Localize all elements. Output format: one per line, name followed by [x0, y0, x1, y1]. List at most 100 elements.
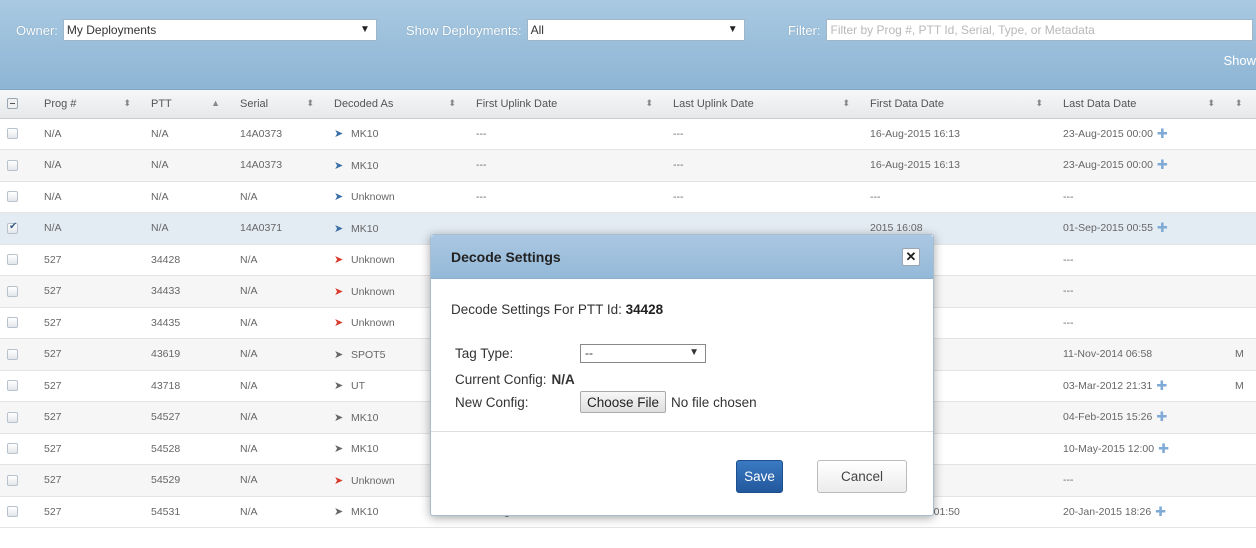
cell-prog: 527: [34, 275, 141, 308]
row-checkbox-cell[interactable]: [0, 181, 34, 213]
col-prog[interactable]: Prog # ⬍: [34, 90, 141, 119]
cell-decoded-as[interactable]: ➤ MK10: [324, 118, 466, 150]
row-checkbox[interactable]: [7, 159, 18, 171]
plus-icon[interactable]: ✚: [1155, 504, 1166, 519]
row-checkbox[interactable]: [7, 285, 18, 297]
decoded-label: SPOT5: [351, 348, 386, 361]
wrench-icon[interactable]: ➤: [334, 127, 347, 140]
row-checkbox-cell[interactable]: [0, 464, 34, 497]
row-checkbox[interactable]: [7, 380, 18, 392]
row-checkbox-cell[interactable]: [0, 370, 34, 402]
cancel-button[interactable]: Cancel: [817, 460, 907, 493]
row-checkbox-cell[interactable]: [0, 307, 34, 339]
row-checkbox[interactable]: [7, 506, 18, 518]
row-checkbox-cell[interactable]: [0, 433, 34, 465]
select-all-checkbox[interactable]: [7, 98, 18, 110]
wrench-icon[interactable]: ➤: [334, 190, 347, 203]
wrench-icon[interactable]: ➤: [334, 285, 347, 298]
wrench-icon[interactable]: ➤: [334, 379, 347, 392]
last-data-value: ---: [1063, 474, 1074, 487]
cell-last-uplink: ---: [663, 149, 860, 182]
cell-extra[interactable]: [1225, 496, 1256, 528]
col-serial[interactable]: Serial ⬍: [230, 90, 324, 119]
cell-extra[interactable]: M: [1225, 338, 1256, 371]
last-data-value: 23-Aug-2015 00:00: [1063, 127, 1153, 140]
row-checkbox-cell[interactable]: [0, 244, 34, 276]
table-row[interactable]: N/A N/A N/A ➤ Unknown --- --- --- ---: [0, 181, 1256, 213]
cell-extra[interactable]: [1225, 212, 1256, 245]
wrench-icon[interactable]: ➤: [334, 474, 347, 487]
row-checkbox-cell[interactable]: [0, 496, 34, 528]
show-deployments-select[interactable]: All ▼: [526, 19, 745, 41]
last-data-value: 10-May-2015 12:00: [1063, 442, 1155, 455]
wrench-icon[interactable]: ➤: [334, 253, 347, 266]
select-all-header[interactable]: [0, 90, 34, 119]
col-last-uplink[interactable]: Last Uplink Date ⬍: [663, 90, 860, 119]
row-checkbox[interactable]: [7, 128, 18, 140]
cell-decoded-as[interactable]: ➤ MK10: [324, 149, 466, 182]
last-data-value: ---: [1063, 253, 1074, 266]
row-checkbox-cell[interactable]: [0, 212, 34, 245]
cell-extra[interactable]: [1225, 307, 1256, 339]
row-checkbox-cell[interactable]: [0, 275, 34, 308]
col-ptt[interactable]: PTT ▲: [141, 90, 230, 119]
tag-type-select[interactable]: -- ▼: [580, 343, 706, 363]
ptt-id-value: 34428: [625, 302, 664, 317]
plus-icon[interactable]: ✚: [1156, 409, 1167, 424]
cell-extra[interactable]: M: [1225, 370, 1256, 402]
row-checkbox[interactable]: [7, 254, 18, 266]
close-button[interactable]: ✕: [902, 248, 920, 266]
cell-extra[interactable]: [1225, 433, 1256, 465]
save-button[interactable]: Save: [736, 460, 783, 493]
owner-select[interactable]: My Deployments ▼: [62, 19, 377, 41]
table-row[interactable]: N/A N/A 14A0373 ➤ MK10 --- --- 16-Aug-2015 16:1…: [0, 118, 1256, 150]
cell-extra[interactable]: [1225, 181, 1256, 213]
col-first-uplink[interactable]: First Uplink Date ⬍: [466, 90, 663, 119]
cell-extra[interactable]: [1225, 118, 1256, 150]
plus-icon[interactable]: ✚: [1158, 441, 1169, 456]
cell-decoded-as[interactable]: ➤ Unknown: [324, 181, 466, 213]
row-checkbox[interactable]: [7, 317, 18, 329]
row-checkbox[interactable]: [7, 348, 18, 360]
show-deployments-value: All: [530, 23, 544, 37]
row-checkbox-cell[interactable]: [0, 338, 34, 371]
cell-extra[interactable]: [1225, 149, 1256, 182]
col-decoded-as[interactable]: Decoded As ⬍: [324, 90, 466, 119]
row-checkbox[interactable]: [7, 443, 18, 455]
cell-extra[interactable]: [1225, 275, 1256, 308]
wrench-icon[interactable]: ➤: [334, 159, 347, 172]
plus-icon[interactable]: ✚: [1157, 220, 1168, 235]
cell-first-uplink: ---: [466, 181, 663, 213]
cell-extra[interactable]: [1225, 244, 1256, 276]
plus-icon[interactable]: ✚: [1156, 378, 1167, 393]
row-checkbox-cell[interactable]: [0, 401, 34, 434]
cell-extra[interactable]: [1225, 464, 1256, 497]
wrench-icon[interactable]: ➤: [334, 442, 347, 455]
wrench-icon[interactable]: ➤: [334, 222, 347, 235]
cell-extra[interactable]: [1225, 401, 1256, 434]
plus-icon[interactable]: ✚: [1157, 157, 1168, 172]
cell-first-uplink: ---: [466, 149, 663, 182]
wrench-icon[interactable]: ➤: [334, 348, 347, 361]
row-checkbox-cell[interactable]: [0, 118, 34, 150]
wrench-icon[interactable]: ➤: [334, 505, 347, 518]
filter-input[interactable]: Filter by Prog #, PTT Id, Serial, Type, …: [825, 19, 1253, 41]
row-checkbox[interactable]: [7, 411, 18, 423]
row-checkbox-cell[interactable]: [0, 149, 34, 182]
cell-ptt: 54528: [141, 433, 230, 465]
row-checkbox[interactable]: [7, 474, 18, 486]
plus-icon[interactable]: ✚: [1157, 126, 1168, 141]
decoded-label: Unknown: [351, 254, 395, 267]
cell-serial: N/A: [230, 244, 324, 276]
row-checkbox[interactable]: [7, 221, 18, 234]
table-row[interactable]: N/A N/A 14A0373 ➤ MK10 --- --- 16-Aug-2015 16:1…: [0, 149, 1256, 182]
col-first-data[interactable]: First Data Date ⬍: [860, 90, 1053, 119]
wrench-icon[interactable]: ➤: [334, 316, 347, 329]
wrench-icon[interactable]: ➤: [334, 411, 347, 424]
decoded-label: MK10: [351, 443, 379, 456]
col-last-data[interactable]: Last Data Date ⬍: [1053, 90, 1225, 119]
row-checkbox[interactable]: [7, 191, 18, 203]
choose-file-button[interactable]: Choose File: [580, 391, 667, 413]
cell-ptt: N/A: [141, 181, 230, 213]
col-extra[interactable]: ⬍: [1225, 90, 1256, 119]
